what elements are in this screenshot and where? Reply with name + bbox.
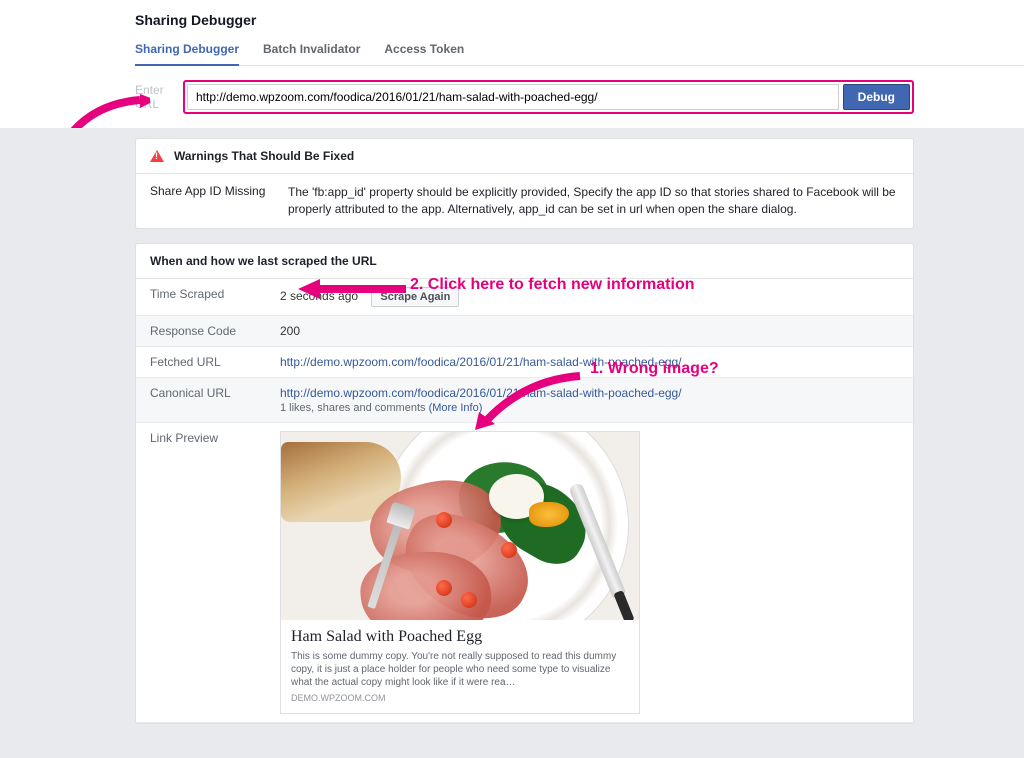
scrape-panel-title: When and how we last scraped the URL	[150, 254, 377, 268]
warning-icon	[150, 150, 164, 162]
tab-batch-invalidator[interactable]: Batch Invalidator	[263, 42, 360, 65]
tabs: Sharing Debugger Batch Invalidator Acces…	[135, 42, 1024, 66]
preview-desc: This is some dummy copy. You're not real…	[291, 650, 629, 689]
warning-row: Share App ID Missing The 'fb:app_id' pro…	[150, 184, 899, 218]
label-canonical-url: Canonical URL	[136, 377, 266, 422]
label-response-code: Response Code	[136, 315, 266, 346]
tab-sharing-debugger[interactable]: Sharing Debugger	[135, 42, 239, 66]
tab-access-token[interactable]: Access Token	[384, 42, 464, 65]
scrape-panel: When and how we last scraped the URL Tim…	[135, 243, 914, 724]
warnings-panel: Warnings That Should Be Fixed Share App …	[135, 138, 914, 229]
row-link-preview: Link Preview	[136, 422, 913, 722]
debug-button[interactable]: Debug	[843, 84, 910, 110]
preview-title: Ham Salad with Poached Egg	[291, 628, 629, 646]
preview-domain: DEMO.WPZOOM.COM	[291, 693, 629, 703]
value-time-scraped: 2 seconds ago	[280, 289, 358, 303]
likes-text: 1 likes, shares and comments	[280, 402, 429, 414]
link-preview-image	[281, 432, 639, 620]
warnings-panel-title: Warnings That Should Be Fixed	[174, 149, 354, 163]
page-title: Sharing Debugger	[135, 12, 1024, 28]
scrape-again-button[interactable]: Scrape Again	[371, 287, 459, 307]
label-time-scraped: Time Scraped	[136, 279, 266, 316]
warning-value: The 'fb:app_id' property should be expli…	[288, 184, 899, 218]
url-input[interactable]	[187, 84, 839, 110]
label-fetched-url: Fetched URL	[136, 346, 266, 377]
row-time-scraped: Time Scraped 2 seconds ago Scrape Again	[136, 279, 913, 316]
url-input-highlight: Debug	[183, 80, 914, 114]
link-preview-card[interactable]: Ham Salad with Poached Egg This is some …	[280, 431, 640, 714]
more-info-link[interactable]: (More Info)	[429, 402, 483, 414]
row-response-code: Response Code 200	[136, 315, 913, 346]
value-response-code: 200	[266, 315, 913, 346]
warning-key: Share App ID Missing	[150, 184, 270, 218]
label-link-preview: Link Preview	[136, 422, 266, 722]
row-canonical-url: Canonical URL http://demo.wpzoom.com/foo…	[136, 377, 913, 422]
url-label: Enter URL	[135, 83, 183, 111]
link-canonical-url[interactable]: http://demo.wpzoom.com/foodica/2016/01/2…	[280, 386, 682, 400]
link-fetched-url[interactable]: http://demo.wpzoom.com/foodica/2016/01/2…	[280, 355, 682, 369]
row-fetched-url: Fetched URL http://demo.wpzoom.com/foodi…	[136, 346, 913, 377]
